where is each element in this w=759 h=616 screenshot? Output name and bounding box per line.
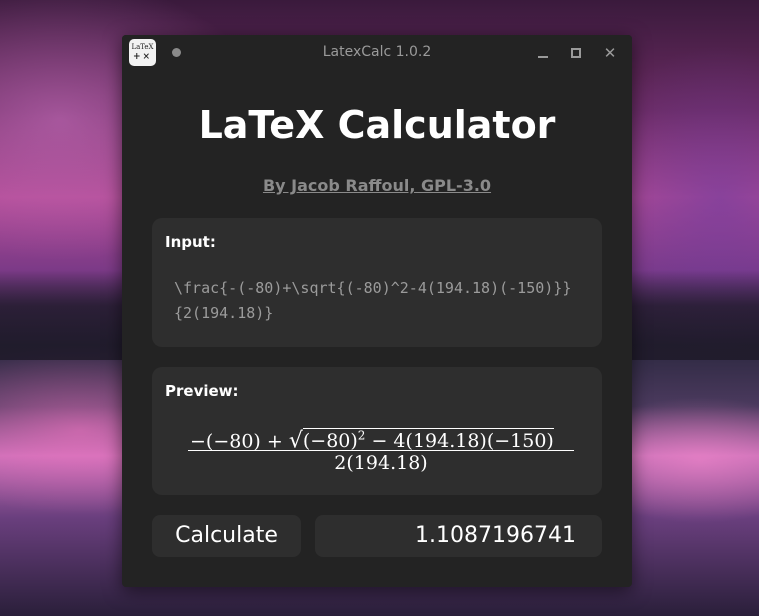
fraction-numerator: −(−80) + √(−80)2 − 4(194.18)(−150) (188, 422, 578, 454)
numerator-prefix: −(−80) + (190, 430, 289, 453)
minimize-button[interactable] (533, 43, 553, 63)
radicand-base: (−80) (302, 430, 358, 453)
sqrt-radicand: (−80)2 − 4(194.18)(−150) (302, 428, 554, 453)
close-button[interactable]: ✕ (600, 43, 620, 63)
page-title: LaTeX Calculator (198, 103, 556, 147)
preview-label: Preview: (165, 382, 239, 400)
input-panel: Input: \frac{-(-80)+\sqrt{(-80)^2-4(194.… (152, 218, 602, 347)
latex-input-field[interactable]: \frac{-(-80)+\sqrt{(-80)^2-4(194.18)(-15… (174, 276, 584, 326)
author-license-link[interactable]: By Jacob Raffoul, GPL-3.0 (122, 176, 632, 195)
result-display: 1.1087196741 (315, 515, 602, 557)
radicand-rest: − 4(194.18)(−150) (365, 430, 554, 453)
maximize-button[interactable] (566, 43, 586, 63)
math-preview: −(−80) + √(−80)2 − 4(194.18)(−150) 2(194… (188, 422, 578, 475)
input-label: Input: (165, 233, 216, 251)
app-window: LaTeX +× LatexCalc 1.0.2 ✕ LaTeX Calcula… (122, 35, 632, 587)
sqrt-icon: √ (288, 428, 303, 454)
minimize-icon (538, 56, 548, 58)
fraction-denominator: 2(194.18) (334, 452, 428, 474)
maximize-icon (571, 48, 581, 58)
close-icon: ✕ (603, 44, 617, 62)
calculate-button[interactable]: Calculate (152, 515, 301, 557)
window-title: LatexCalc 1.0.2 (322, 44, 432, 60)
preview-panel: Preview: −(−80) + √(−80)2 − 4(194.18)(−1… (152, 367, 602, 495)
title-bar[interactable]: LaTeX +× LatexCalc 1.0.2 ✕ (122, 35, 632, 71)
